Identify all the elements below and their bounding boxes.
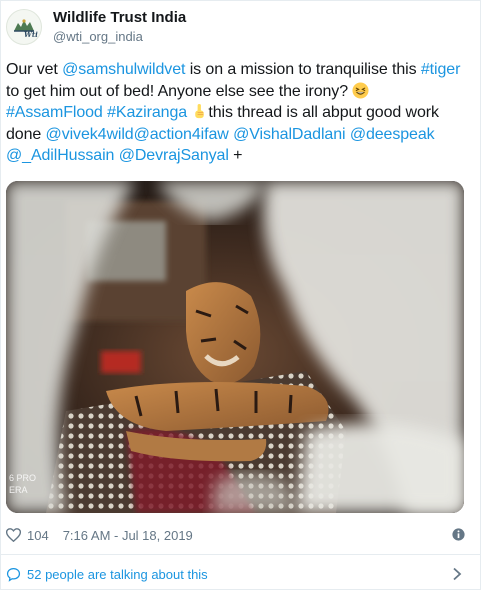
mention-link[interactable]: @VishalDadlani — [233, 126, 345, 143]
mention-link[interactable]: @vivek4wild — [46, 126, 134, 143]
conversation-link[interactable]: 52 people are talking about this — [6, 564, 466, 584]
like-button[interactable]: 104 — [6, 528, 49, 543]
tweet-meta: 104 7:16 AM - Jul 18, 2019 — [6, 526, 466, 544]
heart-icon — [6, 528, 21, 542]
mention-link[interactable]: @_AdilHussain — [6, 147, 114, 164]
photo-watermark-line1: 6 PRO — [9, 473, 36, 483]
tweet-timestamp[interactable]: 7:16 AM - Jul 18, 2019 — [63, 528, 193, 543]
conversation-label: 52 people are talking about this — [27, 566, 208, 582]
tweet-header: Wti Wildlife Trust India @wti_org_india — [6, 7, 186, 47]
hashtag-link[interactable]: #tiger — [421, 61, 461, 78]
avatar-logo-text: Wti — [24, 30, 38, 39]
laughing-face-emoji — [352, 81, 369, 99]
display-name[interactable]: Wildlife Trust India — [53, 9, 186, 27]
mention-link[interactable]: @action4ifaw — [134, 126, 229, 143]
tweet-text-segment: is on a mission to tranquilise this — [185, 61, 421, 78]
tweet-photo[interactable]: 6 PRO ERA — [6, 181, 464, 513]
hashtag-link[interactable]: #AssamFlood — [6, 104, 103, 121]
mention-link[interactable]: @samshulwildvet — [62, 61, 185, 78]
avatar[interactable]: Wti — [6, 9, 42, 45]
tweet-text-segment: to get him out of bed! Anyone else see t… — [6, 82, 353, 100]
tweet-card: Wti Wildlife Trust India @wti_org_india … — [0, 0, 481, 590]
divider — [1, 554, 481, 555]
mention-link[interactable]: @DevrajSanyal — [119, 147, 229, 164]
photo-watermark-line2: ERA — [9, 485, 28, 495]
account-names: Wildlife Trust India @wti_org_india — [53, 9, 186, 45]
tweet-text-segment: + — [228, 147, 243, 164]
like-count: 104 — [27, 527, 49, 543]
mention-link[interactable]: @deespeak — [350, 126, 435, 143]
tweet-text-segment: Our vet — [6, 61, 63, 78]
account-handle[interactable]: @wti_org_india — [53, 28, 186, 45]
pointing-up-emoji — [195, 103, 205, 119]
photo-tiger-on-bed: 6 PRO ERA — [6, 181, 464, 513]
speech-bubble-icon — [6, 567, 21, 582]
hashtag-link[interactable]: #Kaziranga — [107, 104, 187, 121]
chevron-right-icon — [453, 567, 462, 581]
tweet-text: Our vet @samshulwildvet is on a mission … — [6, 59, 466, 167]
info-icon[interactable] — [451, 527, 466, 542]
